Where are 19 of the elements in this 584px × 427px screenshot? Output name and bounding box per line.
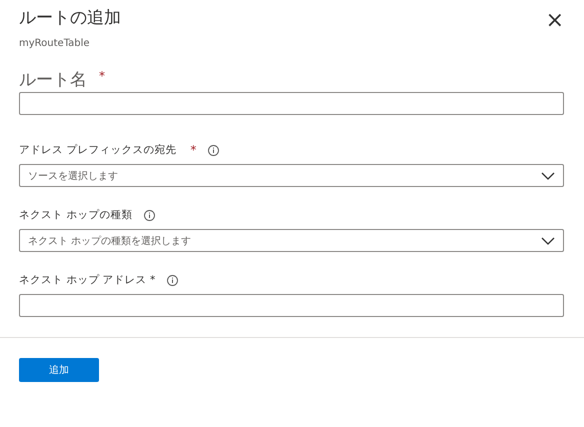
chevron-down-icon [541, 172, 555, 180]
required-mark: * [99, 69, 105, 83]
panel-subtitle: myRouteTable [19, 38, 91, 49]
required-mark: * [190, 143, 196, 157]
close-button[interactable]: × [546, 9, 564, 33]
info-icon[interactable] [144, 210, 156, 220]
field-label: ネクスト ホップ アドレス * [19, 273, 156, 287]
info-icon[interactable] [208, 144, 220, 156]
field-label: ネクスト ホップの種類 [19, 208, 132, 222]
field-label: ルート名 [19, 68, 87, 90]
dropdown[interactable]: ネクスト ホップの種類を選択します [19, 229, 564, 252]
chevron-down-icon [541, 236, 555, 244]
info-icon[interactable] [167, 274, 178, 286]
panel-title: ルートの追加 [19, 7, 121, 30]
input-field[interactable] [19, 294, 564, 317]
add-button[interactable]: 追加 [19, 358, 99, 382]
field-label: アドレス プレフィックスの宛先 [19, 143, 176, 157]
dropdown[interactable]: ソースを選択します [19, 164, 564, 187]
input-field[interactable] [19, 92, 564, 115]
